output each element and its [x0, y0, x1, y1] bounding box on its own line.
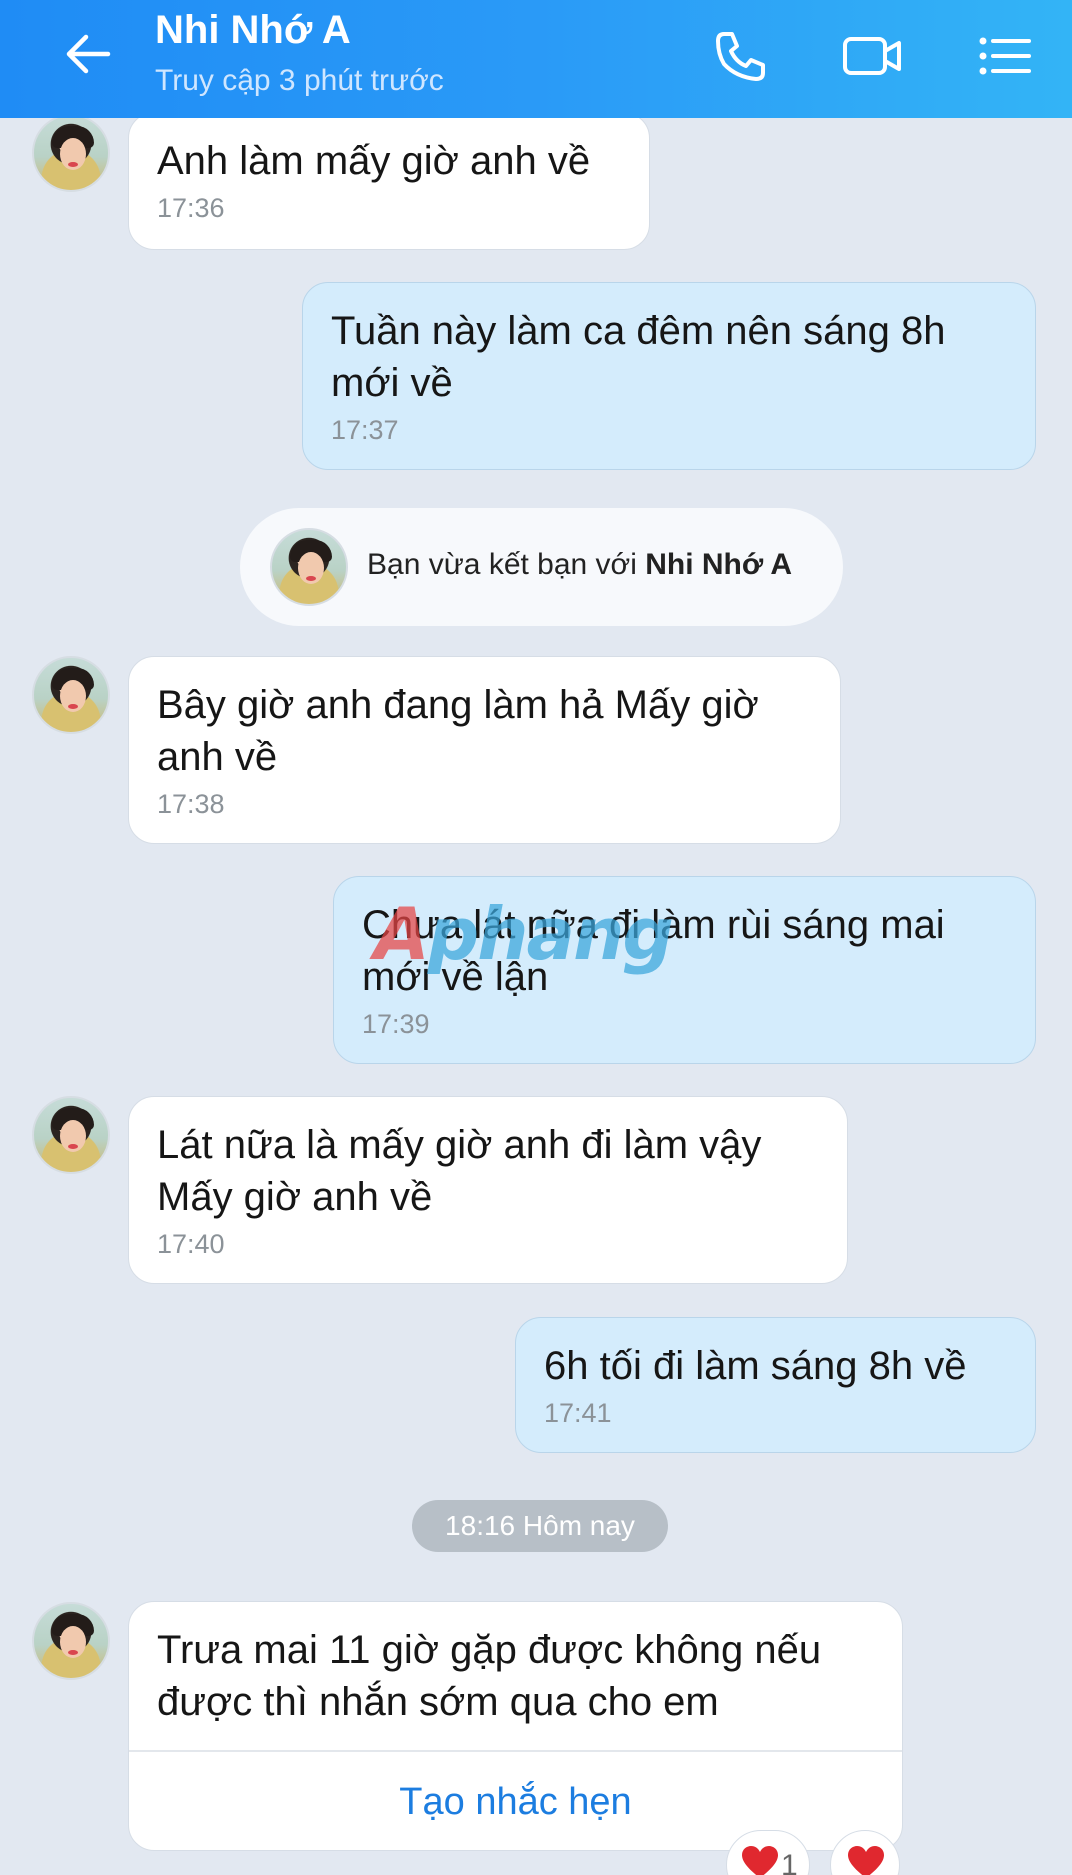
message-text: Bây giờ anh đang làm hả Mấy giờ anh về: [157, 683, 759, 779]
back-button[interactable]: [58, 24, 118, 84]
message-time: 17:39: [362, 1009, 430, 1039]
last-seen-status: Truy cập 3 phút trước: [155, 64, 444, 97]
message-text: Trưa mai 11 giờ gặp được không nếu được …: [157, 1628, 822, 1724]
message-bubble[interactable]: Lát nữa là mấy giờ anh đi làm vậy Mấy gi…: [128, 1096, 848, 1284]
message-bubble[interactable]: Trưa mai 11 giờ gặp được không nếu được …: [128, 1601, 903, 1851]
contact-avatar[interactable]: [32, 114, 110, 192]
message-text: 6h tối đi làm sáng 8h về: [544, 1344, 967, 1388]
contact-avatar: [270, 528, 348, 606]
message-bubble[interactable]: Anh làm mấy giờ anh về 17:36: [128, 112, 650, 250]
contact-avatar[interactable]: [32, 656, 110, 734]
voice-call-button[interactable]: [710, 26, 770, 86]
message-time: 17:37: [331, 415, 399, 445]
notice-text: Bạn vừa kết bạn với Nhi Nhớ A: [367, 548, 792, 582]
message-bubble[interactable]: Bây giờ anh đang làm hả Mấy giờ anh về 1…: [128, 656, 841, 844]
video-call-button[interactable]: [842, 26, 902, 86]
phone-icon: [716, 32, 765, 81]
message-time: 17:41: [544, 1398, 612, 1428]
heart-icon: [742, 1846, 778, 1875]
message-text: Lát nữa là mấy giờ anh đi làm vậy Mấy gi…: [157, 1123, 762, 1219]
message-bubble[interactable]: Tuần này làm ca đêm nên sáng 8h mới về 1…: [302, 282, 1036, 470]
date-divider: 18:16 Hôm nay: [412, 1500, 668, 1552]
message-bubble[interactable]: Chưa lát nữa đi làm rùi sáng mai mới về …: [333, 876, 1036, 1064]
message-time: 17:36: [157, 193, 225, 223]
message-time: 17:38: [157, 789, 225, 819]
chat-header: Nhi Nhớ A Truy cập 3 phút trước: [0, 0, 1072, 118]
heart-icon: [848, 1846, 884, 1875]
message-time: 17:40: [157, 1229, 225, 1259]
message-bubble[interactable]: 6h tối đi làm sáng 8h về 17:41: [515, 1317, 1036, 1453]
contact-name[interactable]: Nhi Nhớ A: [155, 8, 351, 53]
message-text: Tuần này làm ca đêm nên sáng 8h mới về: [331, 309, 946, 405]
list-menu-icon: [979, 37, 1031, 75]
video-camera-icon: [843, 37, 901, 75]
friend-added-notice: Bạn vừa kết bạn với Nhi Nhớ A: [240, 508, 843, 626]
message-text: Anh làm mấy giờ anh về: [157, 139, 591, 183]
reaction-count: 1: [781, 1849, 798, 1875]
options-menu-button[interactable]: [974, 26, 1034, 86]
back-arrow-icon: [66, 34, 111, 74]
notice-prefix: Bạn vừa kết bạn với: [367, 548, 646, 581]
contact-avatar[interactable]: [32, 1602, 110, 1680]
notice-contact-name: Nhi Nhớ A: [645, 548, 793, 581]
message-text: Chưa lát nữa đi làm rùi sáng mai mới về …: [362, 903, 945, 999]
contact-avatar[interactable]: [32, 1096, 110, 1174]
